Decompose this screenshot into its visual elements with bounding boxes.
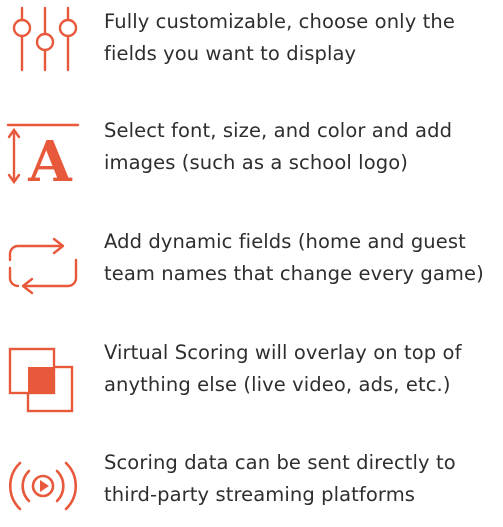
overlay-icon <box>6 345 80 419</box>
feature-line: Fully customizable, choose only the <box>104 10 455 33</box>
feature-text: Virtual Scoring will overlay on top of a… <box>104 337 503 401</box>
feature-list: Fully customizable, choose only the fiel… <box>0 0 503 521</box>
broadcast-icon <box>6 449 80 523</box>
feature-line: anything else (live video, ads, etc.) <box>104 373 451 396</box>
feature-text: Select font, size, and color and add ima… <box>104 115 503 179</box>
feature-item-overlay: Virtual Scoring will overlay on top of a… <box>0 337 503 417</box>
feature-line: Add dynamic fields (home and guest <box>104 230 466 253</box>
feature-text: Add dynamic fields (home and guest team … <box>104 226 503 290</box>
feature-line: third-party streaming platforms <box>104 483 416 506</box>
feature-item-font: A Select font, size, and color and add i… <box>0 115 503 195</box>
repeat-icon <box>6 230 80 304</box>
feature-item-streaming: Scoring data can be sent directly to thi… <box>0 447 503 527</box>
feature-item-dynamic-fields: Add dynamic fields (home and guest team … <box>0 226 503 306</box>
feature-item-customizable: Fully customizable, choose only the fiel… <box>0 6 503 86</box>
feature-line: Scoring data can be sent directly to <box>104 451 456 474</box>
sliders-icon <box>6 6 80 80</box>
feature-line: team names that change every game) <box>104 262 484 285</box>
font-size-icon: A <box>6 119 80 193</box>
feature-line: images (such as a school logo) <box>104 151 408 174</box>
feature-line: fields you want to display <box>104 42 357 65</box>
feature-text: Scoring data can be sent directly to thi… <box>104 447 503 511</box>
feature-text: Fully customizable, choose only the fiel… <box>104 6 503 70</box>
font-glyph: A <box>27 129 73 193</box>
feature-line: Virtual Scoring will overlay on top of <box>104 341 462 364</box>
feature-line: Select font, size, and color and add <box>104 119 453 142</box>
